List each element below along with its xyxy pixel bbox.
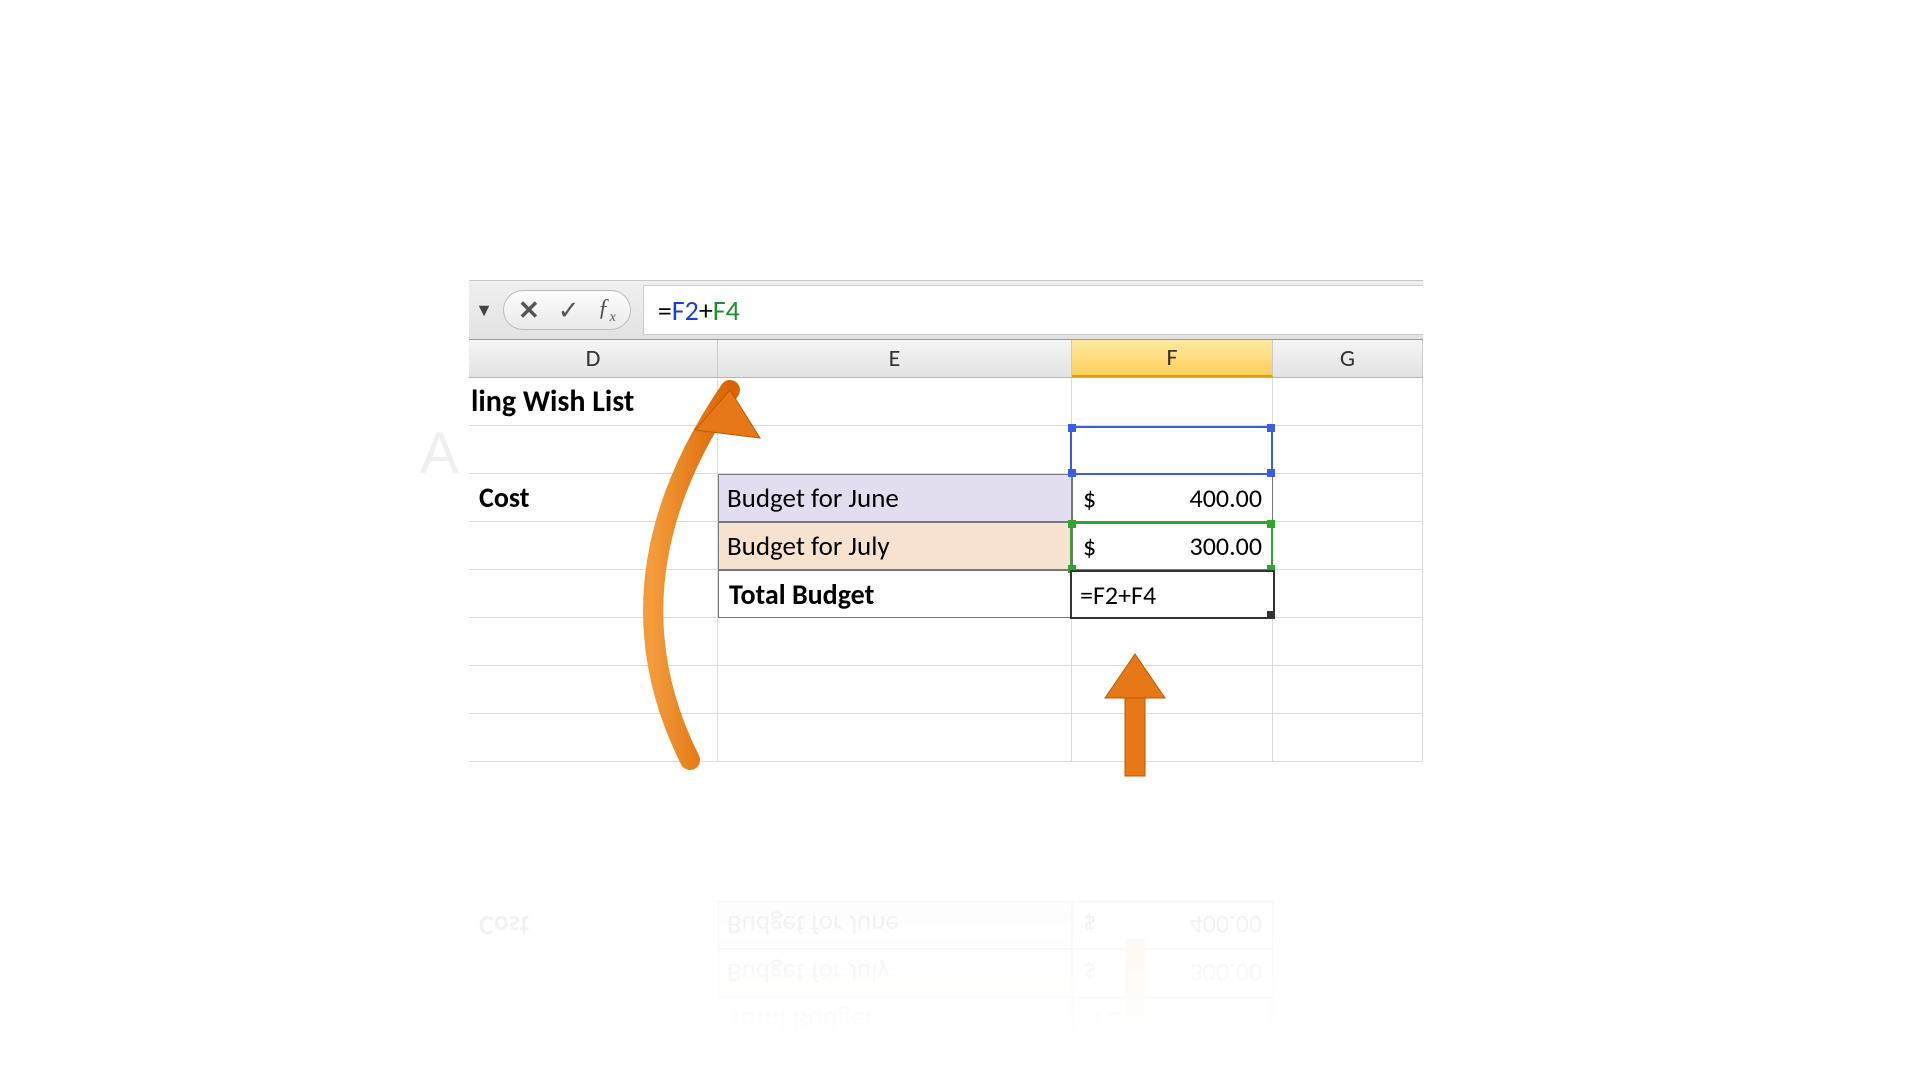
formula-plus: +	[699, 293, 713, 328]
excel-window: ▼ ✕ ✓ ƒx =F2+F4 D E F G ling Wish List	[469, 280, 1423, 781]
cell[interactable]	[1072, 714, 1273, 762]
cell[interactable]	[1273, 522, 1423, 570]
col-header-d[interactable]: D	[469, 340, 718, 377]
cell-f2[interactable]	[1072, 426, 1273, 474]
cell[interactable]	[469, 666, 718, 714]
cell[interactable]	[469, 714, 718, 762]
cell[interactable]	[469, 522, 718, 570]
currency-val: 300.00	[1124, 530, 1262, 562]
col-header-f[interactable]: F	[1072, 340, 1273, 377]
cell[interactable]	[1273, 618, 1423, 666]
enter-icon[interactable]: ✓	[558, 297, 580, 323]
currency-sym: $	[1083, 530, 1096, 562]
cell[interactable]	[1273, 666, 1423, 714]
currency-sym: $	[1083, 482, 1096, 514]
formula-bar: ▼ ✕ ✓ ƒx =F2+F4	[469, 280, 1423, 340]
formula-ref2: F4	[713, 293, 740, 328]
cell[interactable]	[718, 378, 1072, 426]
cell[interactable]	[1273, 570, 1423, 618]
cell-val-june[interactable]: $ 400.00	[1072, 474, 1273, 522]
col-header-g[interactable]: G	[1273, 340, 1423, 377]
cell[interactable]	[469, 570, 718, 618]
formula-ref1: F2	[672, 293, 699, 328]
column-headers: D E F G	[469, 340, 1423, 378]
cell[interactable]	[1072, 378, 1273, 426]
formula-input[interactable]: =F2+F4	[643, 285, 1423, 335]
cell-total-budget[interactable]: Total Budget	[718, 570, 1072, 618]
cell[interactable]	[718, 618, 1072, 666]
cell-val-july[interactable]: $ 300.00	[1072, 522, 1273, 570]
currency-val: 400.00	[1124, 482, 1262, 514]
namebox-dropdown-icon[interactable]: ▼	[471, 292, 497, 328]
cell[interactable]	[1273, 714, 1423, 762]
editing-cell-text: =F2+F4	[1080, 579, 1156, 611]
cell[interactable]	[718, 666, 1072, 714]
fill-handle[interactable]	[1267, 611, 1275, 619]
col-header-e[interactable]: E	[718, 340, 1072, 377]
cell-budget-june[interactable]: Budget for June	[718, 474, 1072, 522]
cell-title[interactable]: ling Wish List	[469, 378, 718, 426]
fx-icon[interactable]: ƒx	[598, 296, 616, 325]
cell[interactable]	[1273, 378, 1423, 426]
active-editing-cell[interactable]: =F2+F4	[1070, 570, 1275, 619]
cell[interactable]	[1273, 474, 1423, 522]
cell[interactable]	[469, 618, 718, 666]
cell-cost[interactable]: Cost	[469, 474, 718, 522]
cell[interactable]	[1072, 618, 1273, 666]
cell[interactable]	[718, 426, 1072, 474]
cell[interactable]	[1273, 426, 1423, 474]
reflection: Total Budget =F2+F4 Budget for July $300…	[469, 785, 1423, 1045]
formula-controls: ✕ ✓ ƒx	[503, 290, 631, 330]
cell[interactable]	[469, 426, 718, 474]
cell[interactable]	[1072, 666, 1273, 714]
cell[interactable]	[718, 714, 1072, 762]
formula-eq: =	[658, 293, 672, 328]
cancel-icon[interactable]: ✕	[518, 297, 540, 323]
spreadsheet-grid[interactable]: ling Wish List Cost Budget for June $ 40…	[469, 378, 1423, 762]
cell-budget-july[interactable]: Budget for July	[718, 522, 1072, 570]
